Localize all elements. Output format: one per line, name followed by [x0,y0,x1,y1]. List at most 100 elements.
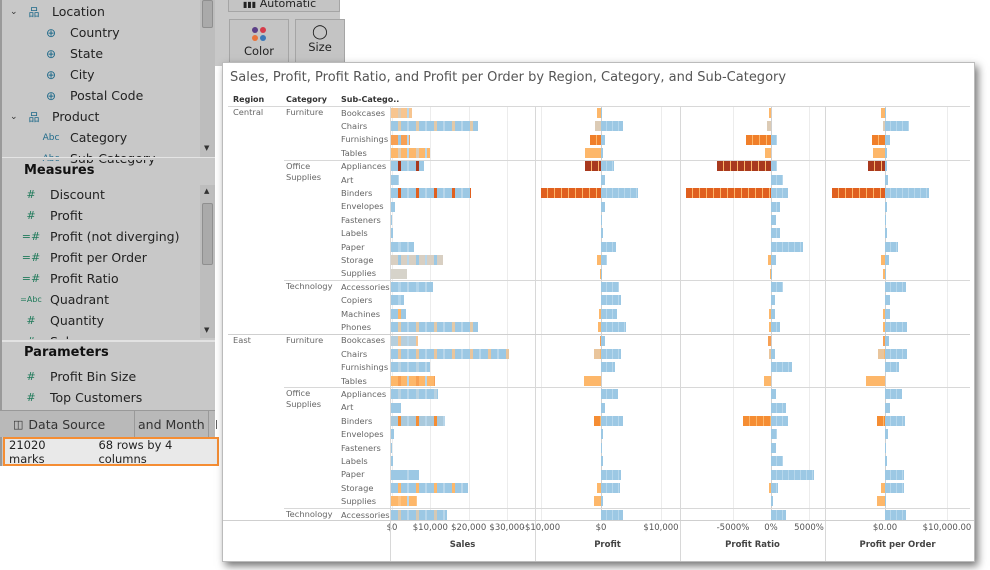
field-item[interactable]: ⊕ City [40,64,95,85]
ppo-negative-bar[interactable] [876,496,885,507]
subcategory-label[interactable]: Phones [341,322,371,333]
sales-bar[interactable] [391,201,395,212]
sales-bar[interactable] [391,121,479,132]
ratio-positive-bar[interactable] [771,509,786,520]
subcategory-label[interactable]: Labels [341,456,368,467]
dimension-folder[interactable]: ⌄ 品 Location [10,1,105,22]
ppo-positive-bar[interactable] [885,281,907,292]
sales-bar[interactable] [391,214,393,225]
profit-positive-bar[interactable] [601,335,606,346]
ratio-positive-bar[interactable] [771,201,781,212]
subcategory-label[interactable]: Paper [341,242,365,253]
sales-bar[interactable] [391,456,393,467]
ratio-positive-bar[interactable] [771,268,772,279]
profit-positive-bar[interactable] [601,214,602,225]
subcategory-label[interactable]: Chairs [341,349,367,360]
ppo-negative-bar[interactable] [866,375,885,386]
category-label[interactable]: Office Supplies [286,161,338,183]
subcategory-label[interactable]: Envelopes [341,201,384,212]
field-item[interactable]: ⊕ Postal Code [40,85,143,106]
profit-positive-bar[interactable] [601,389,619,400]
ratio-positive-bar[interactable] [771,362,793,373]
sales-bar[interactable] [391,281,434,292]
ratio-positive-bar[interactable] [771,456,784,467]
measure-item[interactable]: # Sales [20,331,83,339]
ppo-positive-bar[interactable] [885,121,910,132]
region-label[interactable]: Central [233,107,263,118]
dimensions-scrollbar[interactable]: ▼ [200,0,215,157]
ppo-positive-bar[interactable] [885,147,887,158]
measure-item[interactable]: # Discount [20,184,105,205]
ppo-positive-bar[interactable] [885,442,886,453]
ratio-positive-bar[interactable] [771,429,778,440]
ratio-positive-bar[interactable] [771,442,776,453]
ppo-positive-bar[interactable] [885,415,906,426]
ppo-positive-bar[interactable] [885,188,930,199]
sales-bar[interactable] [391,402,401,413]
sales-bar[interactable] [391,442,392,453]
profit-negative-bar[interactable] [594,348,601,359]
sales-bar[interactable] [391,469,419,480]
ratio-positive-bar[interactable] [771,255,776,266]
sales-bar[interactable] [391,161,424,172]
subcategory-label[interactable]: Machines [341,309,380,320]
ratio-positive-bar[interactable] [771,295,775,306]
ratio-positive-bar[interactable] [771,322,781,333]
category-header[interactable]: Category [286,95,327,104]
profit-positive-bar[interactable] [601,281,619,292]
ppo-positive-bar[interactable] [885,201,887,212]
sheet-tab[interactable]: and Month [135,411,209,438]
ppo-negative-bar[interactable] [868,161,885,172]
subcategory-label[interactable]: Furnishings [341,134,388,145]
profit-positive-bar[interactable] [601,322,627,333]
ppo-negative-bar[interactable] [877,348,885,359]
ppo-positive-bar[interactable] [885,509,907,520]
ppo-positive-bar[interactable] [885,255,890,266]
ppo-positive-bar[interactable] [885,268,886,279]
region-label[interactable]: East [233,335,251,346]
ratio-positive-bar[interactable] [771,308,775,319]
sales-bar[interactable] [391,429,395,440]
ppo-positive-bar[interactable] [885,456,888,467]
sales-bar[interactable] [391,308,407,319]
sales-bar[interactable] [391,228,393,239]
profit-positive-bar[interactable] [601,188,639,199]
profit-negative-bar[interactable] [584,375,601,386]
subcategory-label[interactable]: Appliances [341,161,386,172]
category-label[interactable]: Furniture [286,335,338,346]
scroll-down-arrow[interactable]: ▼ [204,326,209,334]
data-source-tab[interactable]: ◫ Data Source [5,411,135,438]
profit-positive-bar[interactable] [601,308,618,319]
subcategory-label[interactable]: Bookcases [341,108,385,119]
ppo-negative-bar[interactable] [832,188,885,199]
sales-bar[interactable] [391,482,469,493]
field-item[interactable]: Abc Category [40,127,128,148]
ratio-positive-bar[interactable] [771,482,779,493]
measure-item[interactable]: =# Profit Ratio [20,268,119,289]
ppo-positive-bar[interactable] [885,429,889,440]
profit-negative-bar[interactable] [585,147,601,158]
sales-bar[interactable] [391,389,439,400]
ppo-positive-bar[interactable] [885,241,899,252]
subcategory-label[interactable]: Paper [341,469,365,480]
category-label[interactable]: Technology [286,509,338,520]
subcategory-header[interactable]: Sub-Catego.. [341,95,399,104]
ratio-positive-bar[interactable] [771,188,788,199]
subcategory-label[interactable]: Storage [341,483,373,494]
ppo-positive-bar[interactable] [885,134,890,145]
sales-bar[interactable] [391,134,410,145]
profit-positive-bar[interactable] [601,348,622,359]
chevron-down-icon[interactable]: ⌄ [10,112,24,122]
subcategory-label[interactable]: Accessories [341,282,390,293]
scrollbar-thumb[interactable] [202,0,213,28]
measure-item[interactable]: =# Profit (not diverging) [20,226,180,247]
profit-positive-bar[interactable] [601,107,603,118]
subcategory-label[interactable]: Supplies [341,268,376,279]
ratio-negative-bar[interactable] [769,107,771,118]
parameter-item[interactable]: # Top Customers [20,387,142,408]
ppo-positive-bar[interactable] [885,389,903,400]
sales-bar[interactable] [391,362,431,373]
sales-bar[interactable] [391,348,510,359]
sales-bar[interactable] [391,241,414,252]
ratio-negative-bar[interactable] [742,415,771,426]
